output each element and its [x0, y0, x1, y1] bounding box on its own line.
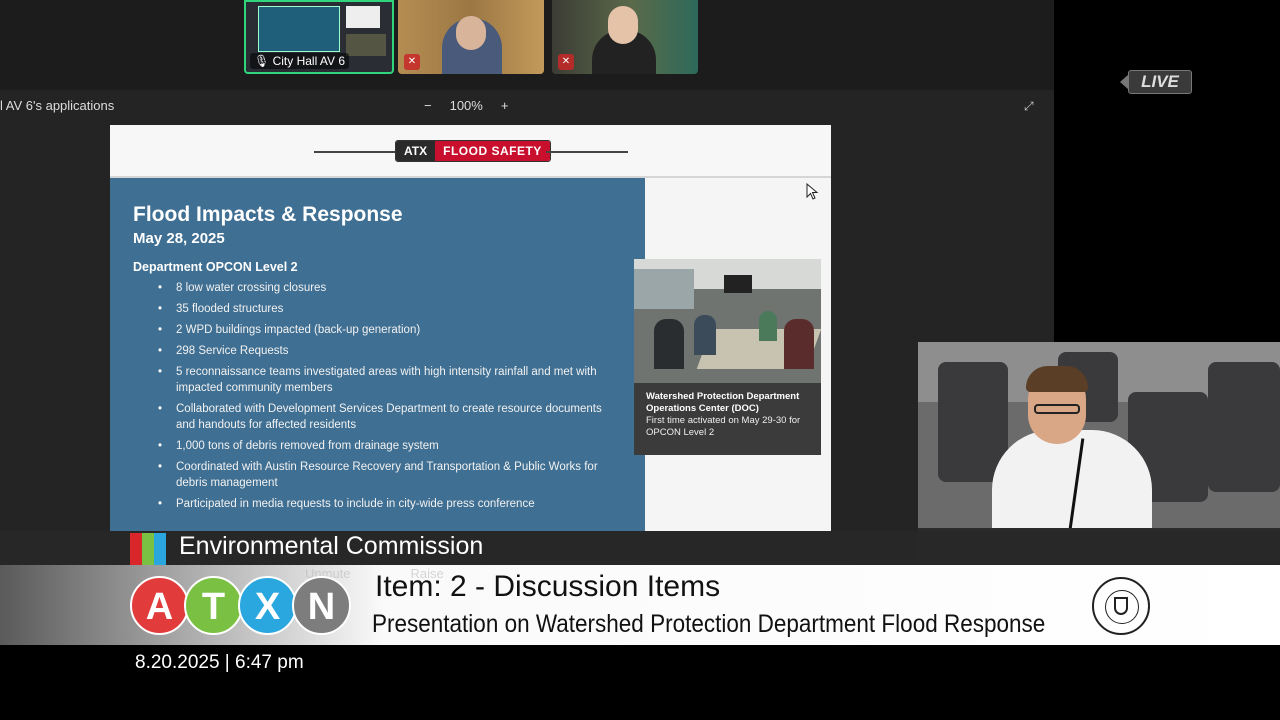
slide-bullet-list: 8 low water crossing closures 35 flooded… [158, 280, 608, 517]
participant-tile-city-hall[interactable]: 🎙 City Hall AV 6 [244, 0, 394, 74]
bullet-item: Coordinated with Austin Resource Recover… [158, 459, 608, 491]
presentation-slide: ATX FLOOD SAFETY Flood Impacts & Respons… [110, 125, 831, 531]
city-of-austin-seal-icon [1092, 577, 1150, 635]
header-rule-left [314, 151, 398, 153]
bullet-item: Participated in media requests to includ… [158, 496, 608, 512]
glasses [1034, 404, 1080, 414]
participant-name: City Hall AV 6 [272, 54, 346, 68]
bullet-item: 35 flooded structures [158, 301, 608, 317]
logo-atx-text: ATX [396, 141, 436, 161]
slide-subtitle: Department OPCON Level 2 [133, 260, 298, 274]
commission-title: Environmental Commission [179, 532, 484, 560]
color-strip [130, 533, 166, 565]
logo-brand-text: FLOOD SAFETY [435, 141, 550, 161]
slide-content-panel: Flood Impacts & Response May 28, 2025 De… [110, 178, 645, 531]
fullscreen-icon[interactable]: ⤢ [1024, 99, 1037, 113]
atx-flood-safety-logo: ATX FLOOD SAFETY [395, 140, 551, 162]
thumb-shared-screen [258, 6, 340, 52]
zoom-in-button[interactable]: + [501, 98, 509, 113]
bullet-item: 5 reconnaissance teams investigated area… [158, 364, 608, 396]
mic-icon: 🎙 [254, 54, 270, 68]
thumb-person [346, 34, 386, 56]
agenda-item-title: Item: 2 - Discussion Items [375, 570, 721, 603]
zoom-controls: − 100% + [424, 98, 508, 113]
slide-header: ATX FLOOD SAFETY [110, 125, 831, 178]
zoom-meeting-window: 🎙 City Hall AV 6 ✕ ✕ l AV 6's applicatio… [0, 0, 1054, 565]
atxn-logo: A T X N [130, 576, 351, 635]
participant-tile-2[interactable]: ✕ [398, 0, 544, 74]
bullet-item: 8 low water crossing closures [158, 280, 608, 296]
share-source-label: l AV 6's applications [0, 98, 115, 113]
bullet-item: 298 Service Requests [158, 343, 608, 359]
agenda-item-description: Presentation on Watershed Protection Dep… [372, 610, 1046, 638]
bullet-item: 2 WPD buildings impacted (back-up genera… [158, 322, 608, 338]
caption-text: First time activated on May 29-30 for OP… [646, 415, 801, 438]
broadcast-timestamp: 8.20.2025 | 6:47 pm [135, 652, 304, 673]
live-badge: LIVE [1120, 70, 1192, 94]
muted-mic-icon: ✕ [404, 54, 420, 70]
slide-title: Flood Impacts & Response [133, 203, 403, 226]
zoom-level: 100% [449, 98, 483, 113]
thumb-head [608, 6, 638, 44]
bullet-item: 1,000 tons of debris removed from draina… [158, 438, 608, 454]
caption-title: Watershed Protection Department Operatio… [646, 391, 800, 414]
participant-name-label: 🎙 City Hall AV 6 [250, 53, 350, 69]
muted-mic-icon: ✕ [558, 54, 574, 70]
bullet-item: Collaborated with Development Services D… [158, 401, 608, 433]
thumb-screen-secondary [346, 6, 380, 28]
logo-letter-x: X [238, 576, 297, 635]
zoom-out-button[interactable]: − [424, 98, 432, 113]
thumb-head [456, 16, 486, 50]
logo-letter-a: A [130, 576, 189, 635]
mouse-cursor-icon [806, 183, 819, 200]
logo-letter-n: N [292, 576, 351, 635]
logo-letter-t: T [184, 576, 243, 635]
slide-date: May 28, 2025 [133, 230, 225, 247]
header-rule-right [546, 151, 628, 153]
participant-tile-3[interactable]: ✕ [552, 0, 698, 74]
photo-caption: Watershed Protection Department Operatio… [634, 383, 821, 455]
operations-center-photo [634, 259, 821, 383]
